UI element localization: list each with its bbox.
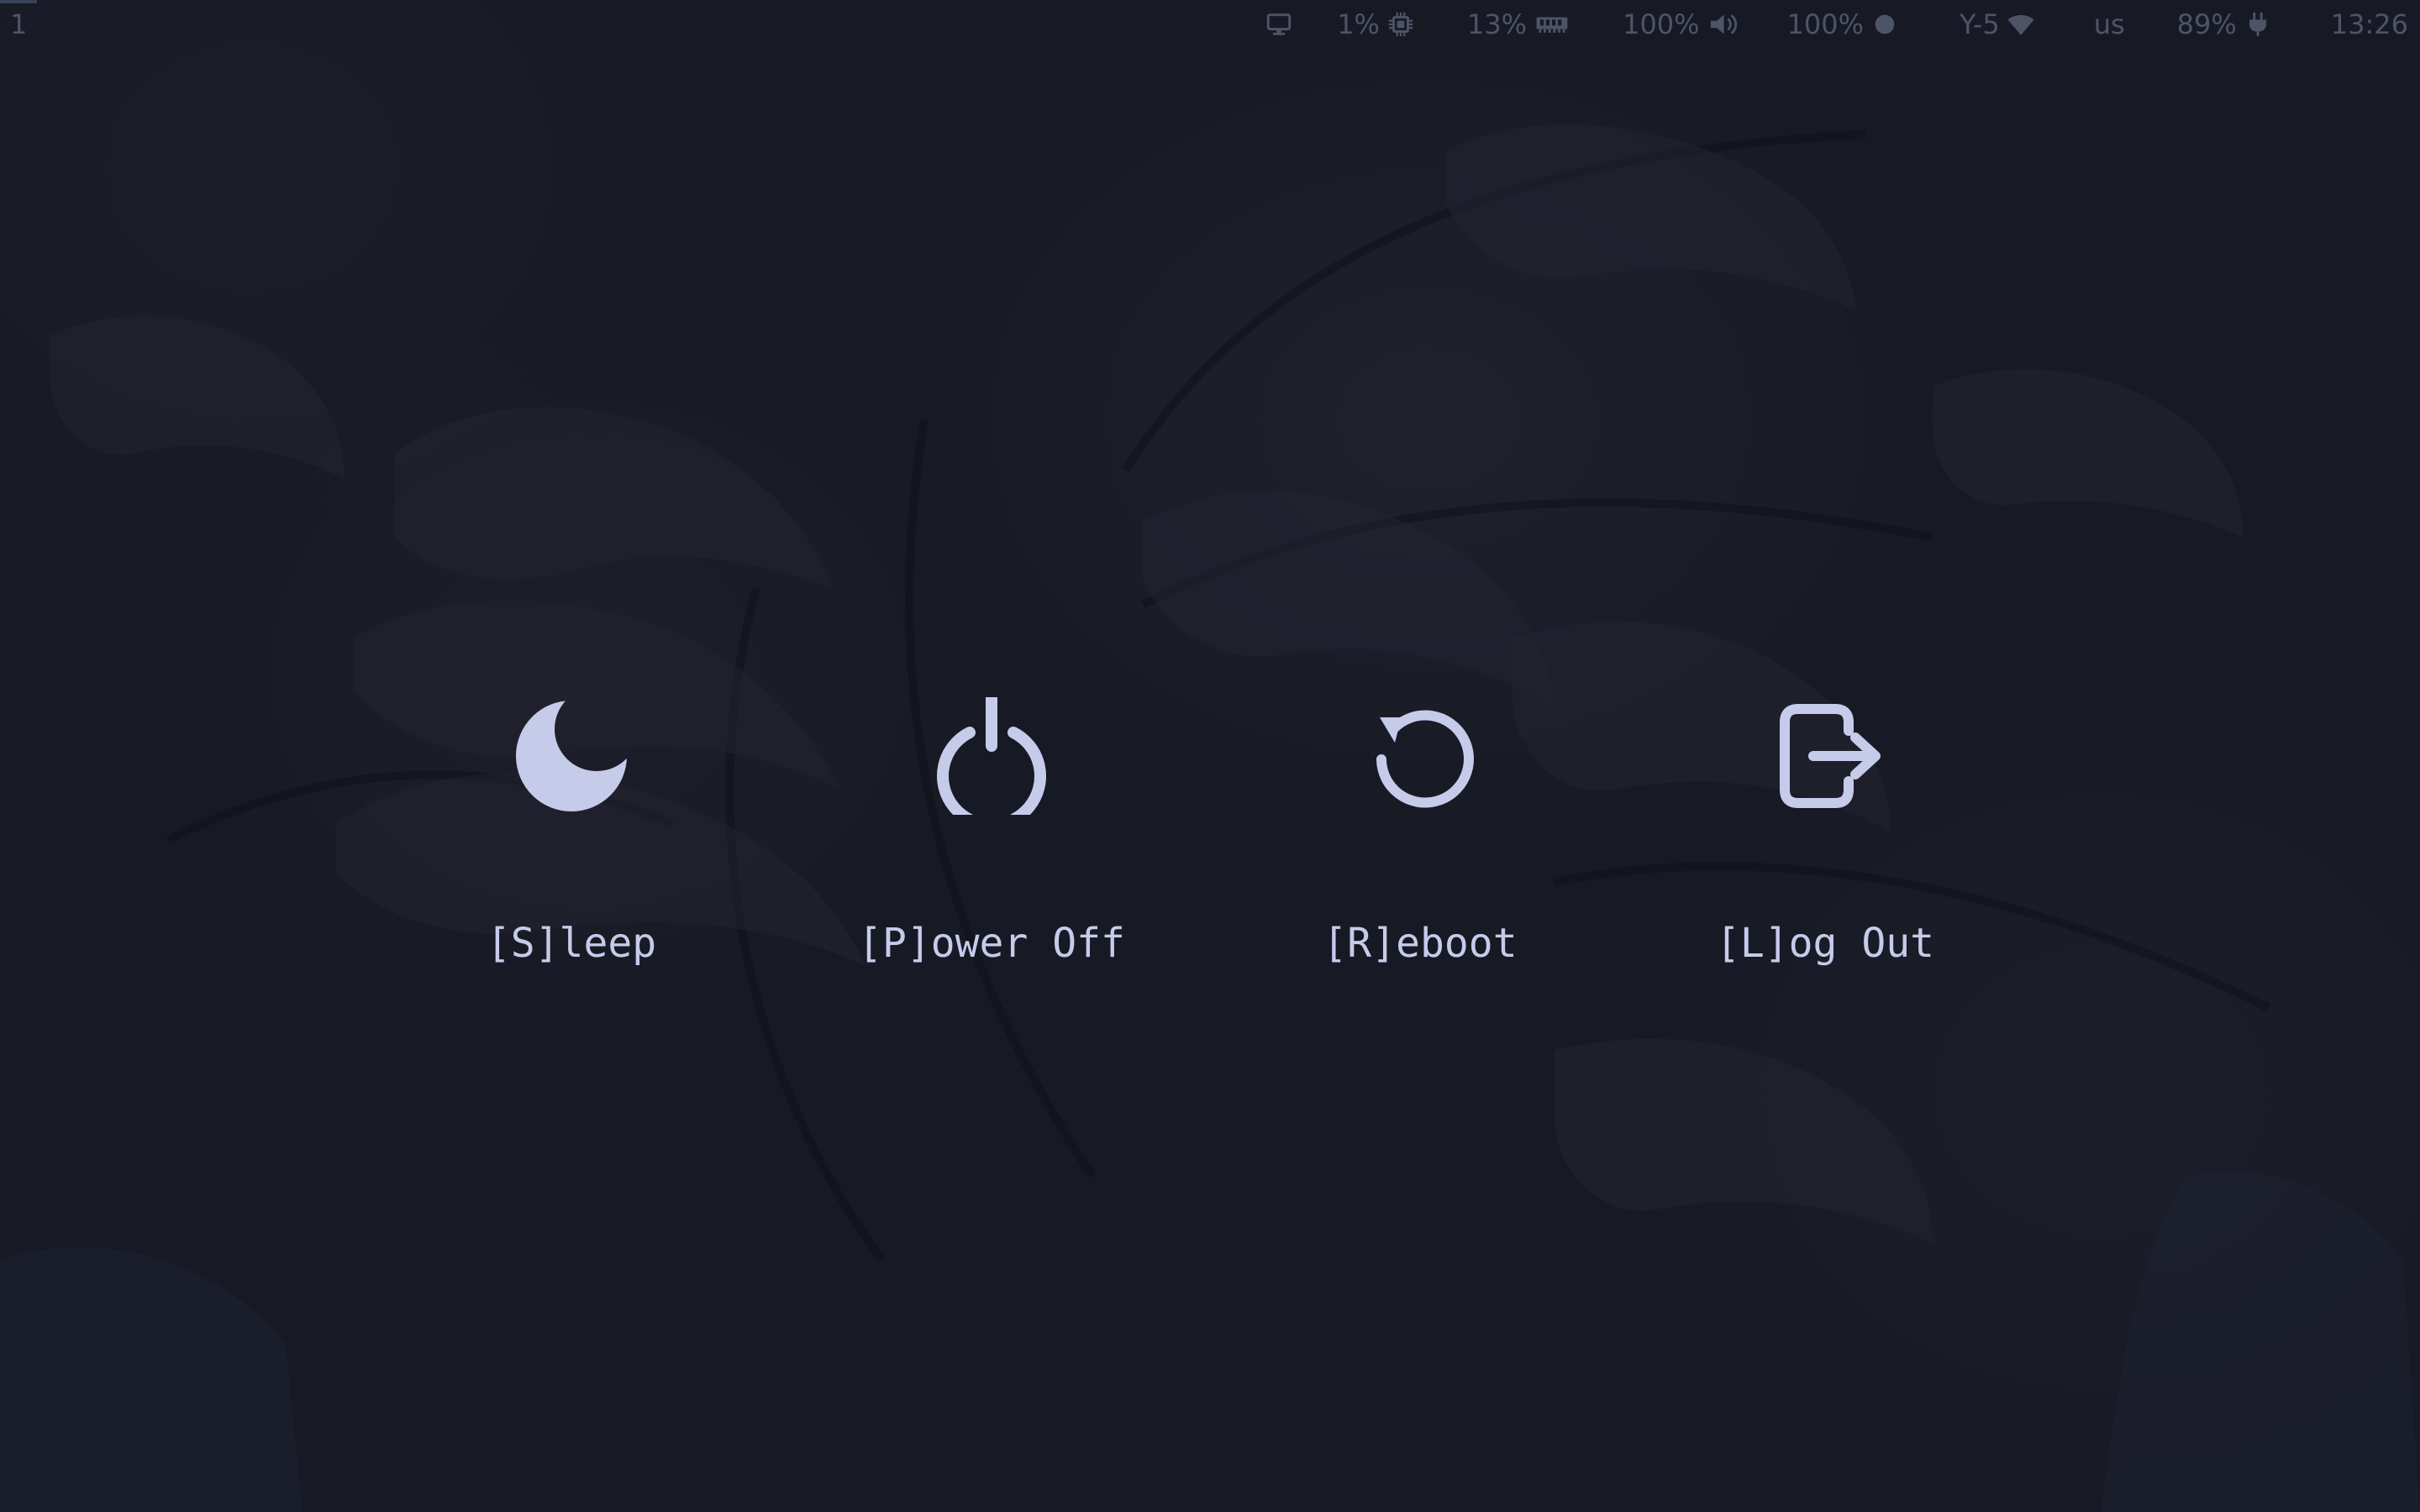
plug-icon xyxy=(2244,10,2272,39)
moon-icon xyxy=(513,697,630,815)
volume-value: 100% xyxy=(1623,8,1700,40)
cpu-module[interactable]: 1% xyxy=(1337,8,1415,40)
sleep-label: [S]leep xyxy=(486,920,657,967)
desktop: 1 1% 13% 100% 100% Y-5 us 89% 13:26 [S]l… xyxy=(0,0,2420,1512)
brightness-module[interactable]: 100% xyxy=(1787,8,1899,40)
status-area: 1% 13% 100% 100% Y-5 us 89% 13:26 xyxy=(1265,8,2408,40)
volume-module[interactable]: 100% xyxy=(1623,8,1743,40)
wallpaper xyxy=(0,123,2420,1512)
top-bar: 1 1% 13% 100% 100% Y-5 us 89% 13:26 xyxy=(0,0,2420,54)
wifi-icon xyxy=(2007,10,2035,39)
network-module[interactable]: Y-5 xyxy=(1960,8,2035,40)
log-out-label: [L]og Out xyxy=(1715,920,1935,967)
cpu-icon xyxy=(1386,10,1415,39)
network-name: Y-5 xyxy=(1960,8,2000,40)
monitor-icon[interactable] xyxy=(1265,10,1293,39)
volume-icon xyxy=(1707,10,1744,39)
memory-icon xyxy=(1534,10,1570,39)
memory-value: 13% xyxy=(1466,8,1528,40)
clock[interactable]: 13:26 xyxy=(2331,8,2408,40)
power-icon xyxy=(933,697,1050,815)
reboot-icon xyxy=(1361,697,1479,815)
brightness-value: 100% xyxy=(1786,8,1865,40)
battery-module[interactable]: 89% xyxy=(2177,8,2272,40)
power-off-label: [P]ower Off xyxy=(858,920,1125,967)
battery-value: 89% xyxy=(2176,8,2237,40)
memory-module[interactable]: 13% xyxy=(1467,8,1570,40)
workspace-indicator xyxy=(0,0,37,3)
reboot-label: [R]eboot xyxy=(1323,920,1518,967)
workspace-button[interactable]: 1 xyxy=(10,8,27,40)
brightness-icon xyxy=(1870,10,1899,39)
keyboard-layout[interactable]: us xyxy=(2094,8,2125,40)
cpu-value: 1% xyxy=(1337,8,1380,40)
logout-icon xyxy=(1766,697,1884,815)
